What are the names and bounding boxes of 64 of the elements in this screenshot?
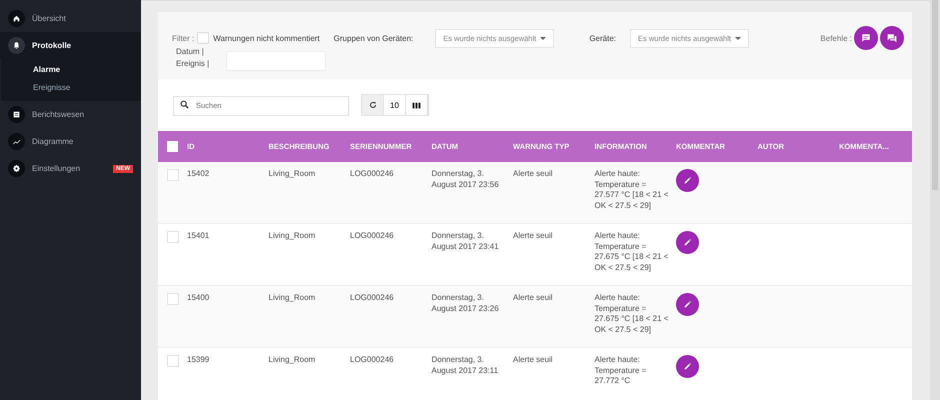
table-cell: Donnerstag, 3. August 2017 23:11 — [432, 355, 498, 374]
table-cell: Living_Room — [268, 169, 316, 178]
edit-button[interactable] — [676, 169, 699, 192]
table-cell: Donnerstag, 3. August 2017 23:41 — [432, 231, 499, 250]
table-cell: Alerte haute: Temperature = 27.675 °C [18 < 21 < OK < 27.5 < 29] — [594, 293, 668, 334]
table-cell: Alerte seuil — [513, 293, 553, 302]
report-icon — [12, 110, 21, 119]
row-checkbox[interactable] — [166, 355, 178, 367]
pencil-icon — [683, 362, 692, 371]
home-icon — [12, 14, 21, 23]
table-cell: 15401 — [187, 231, 210, 240]
caret-icon — [735, 37, 742, 40]
table-cell: Living_Room — [268, 355, 316, 364]
columns-icon — [412, 100, 421, 110]
refresh-icon — [368, 101, 376, 109]
row-checkbox[interactable] — [166, 231, 178, 243]
comment-button[interactable] — [854, 26, 878, 50]
table-cell: Donnerstag, 3. August 2017 23:56 — [432, 169, 499, 188]
edit-button[interactable] — [676, 355, 699, 378]
row-checkbox[interactable] — [166, 169, 178, 181]
sidebar-subitem[interactable]: Ereignisse — [33, 79, 141, 97]
filter-label: Filter : — [172, 34, 194, 42]
devices-label: Geräte: — [589, 34, 616, 42]
date-label: Datum | Ereignis | — [176, 46, 210, 70]
comments-button[interactable] — [880, 26, 904, 50]
row-checkbox[interactable] — [166, 293, 178, 305]
table-cell: Alerte seuil — [513, 231, 553, 240]
comment-icon — [861, 33, 871, 43]
bell-icon — [12, 41, 21, 50]
table-cell: 15399 — [187, 355, 210, 364]
table-cell: Alerte seuil — [513, 169, 553, 178]
edit-button[interactable] — [676, 293, 699, 316]
pencil-icon — [683, 176, 692, 185]
checkbox-label: Warnungen nicht kommentiert — [213, 34, 320, 42]
gear-icon — [12, 164, 21, 173]
checkbox[interactable] — [197, 32, 210, 44]
groups-label: Gruppen von Geräten: — [334, 34, 414, 42]
table-cell: Living_Room — [268, 231, 316, 240]
pencil-icon — [683, 238, 692, 247]
sidebar-item[interactable]: Übersicht — [0, 5, 141, 32]
comments-icon — [887, 33, 897, 43]
table-cell: LOG000246 — [350, 355, 394, 364]
table-cell: Alerte haute: Temperature = 27.577 °C [18 < 21 < OK < 27.5 < 29] — [594, 169, 668, 210]
table-cell: LOG000246 — [350, 169, 394, 178]
refresh-button[interactable] — [362, 95, 384, 115]
table-cell: 15402 — [187, 169, 210, 178]
chart-icon — [12, 137, 21, 146]
table-cell: 15400 — [187, 293, 210, 302]
select-all-checkbox[interactable] — [167, 141, 178, 152]
table-cell: LOG000246 — [350, 231, 394, 240]
table-cell: Alerte seuil — [513, 355, 553, 364]
sidebar-item[interactable]: Protokolle — [0, 32, 141, 59]
edit-button[interactable] — [676, 231, 699, 254]
table-cell: Alerte haute: Temperature = 27.772 °C — [594, 355, 646, 385]
sidebar-item[interactable]: Diagramme — [0, 128, 141, 155]
table-cell: LOG000246 — [350, 293, 394, 302]
table-cell: Donnerstag, 3. August 2017 23:26 — [432, 293, 499, 312]
pencil-icon — [683, 300, 692, 309]
sidebar-item[interactable]: Berichtswesen — [0, 101, 141, 128]
caret-icon — [540, 37, 546, 40]
commands-label: Befehle : — [820, 34, 852, 42]
sidebar-subitem[interactable]: Alarme — [33, 61, 141, 79]
table-cell: Alerte haute: Temperature = 27.675 °C [18 < 21 < OK < 27.5 < 29] — [594, 231, 668, 272]
table-cell: Living_Room — [268, 293, 316, 302]
